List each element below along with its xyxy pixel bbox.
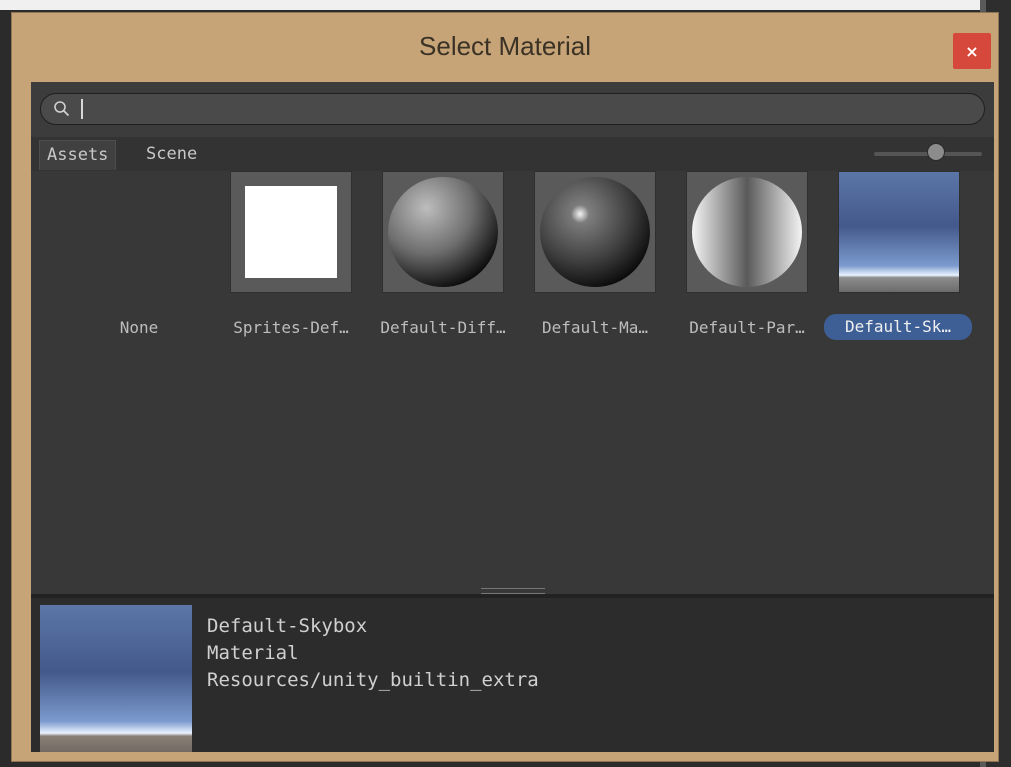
- object-picker: Assets Scene None Sprites-Def… Default-D…: [31, 82, 994, 752]
- tab-assets[interactable]: Assets: [39, 140, 117, 170]
- search-bar: [31, 82, 994, 137]
- close-icon: ×: [965, 41, 979, 61]
- preview-name: Default-Skybox: [207, 615, 368, 637]
- item-label: Default-Diff…: [380, 318, 506, 337]
- asset-grid: None Sprites-Def… Default-Diff… Default-…: [31, 171, 994, 594]
- search-icon: [54, 101, 70, 117]
- particle-sphere-icon: [686, 171, 808, 293]
- background-desktop: [0, 0, 980, 10]
- select-material-window: Select Material × Assets Scene None Spri…: [11, 12, 999, 762]
- preview-info: Default-Skybox Material Resources/unity_…: [207, 613, 539, 694]
- skybox-icon: [838, 171, 960, 293]
- close-button[interactable]: ×: [953, 33, 991, 69]
- search-input[interactable]: [81, 98, 965, 122]
- item-label: Sprites-Def…: [233, 318, 349, 337]
- item-label: Default-Ma…: [542, 318, 648, 337]
- item-label: Default-Par…: [689, 318, 805, 337]
- preview-panel: Default-Skybox Material Resources/unity_…: [31, 598, 994, 752]
- window-title: Select Material: [419, 31, 591, 61]
- matte-sphere-icon: [382, 171, 504, 293]
- skybox-preview-icon: [40, 605, 192, 752]
- splitter-grip-icon[interactable]: [481, 588, 545, 594]
- item-label: None: [119, 318, 159, 337]
- zoom-slider-thumb[interactable]: [927, 143, 945, 161]
- search-field[interactable]: [40, 93, 985, 125]
- preview-type: Material: [207, 642, 299, 664]
- glossy-sphere-icon: [534, 171, 656, 293]
- preview-path: Resources/unity_builtin_extra: [207, 669, 539, 691]
- white-square-icon: [230, 171, 352, 293]
- tab-scene[interactable]: Scene: [139, 140, 204, 169]
- item-label-selected: Default-Sk…: [824, 314, 972, 340]
- text-caret: [81, 99, 83, 119]
- tab-bar: Assets Scene: [31, 137, 994, 171]
